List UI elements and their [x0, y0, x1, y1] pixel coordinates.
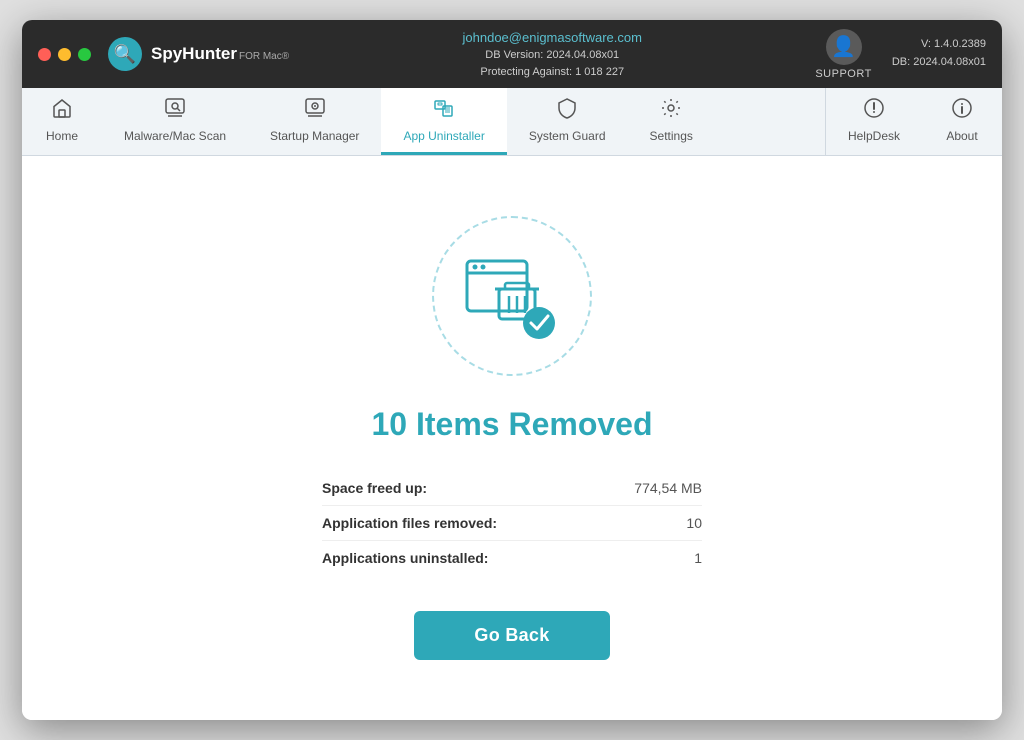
brand-sub: FOR Mac® — [239, 51, 289, 62]
main-window: 🔍 SpyHunter FOR Mac® johndoe@enigmasoftw… — [22, 20, 1002, 720]
maximize-button[interactable] — [78, 48, 91, 61]
minimize-button[interactable] — [58, 48, 71, 61]
brand-logo-area: 🔍 SpyHunter FOR Mac® — [107, 36, 289, 72]
nav-about-label: About — [946, 129, 977, 143]
window-controls — [38, 48, 91, 61]
helpdesk-icon — [863, 97, 885, 125]
nav-spacer — [715, 88, 825, 155]
titlebar-right: 👤 SUPPORT V: 1.4.0.2389 DB: 2024.04.08x0… — [815, 29, 986, 80]
nav-right: HelpDesk About — [825, 88, 1002, 155]
nav-item-malware-scan[interactable]: Malware/Mac Scan — [102, 88, 248, 155]
nav-item-app-uninstaller[interactable]: App Uninstaller — [381, 88, 506, 155]
nav-item-about[interactable]: About — [922, 88, 1002, 155]
nav-startup-label: Startup Manager — [270, 129, 359, 143]
malware-scan-icon — [164, 97, 186, 125]
nav-home-label: Home — [46, 129, 78, 143]
files-removed-label: Application files removed: — [322, 515, 497, 531]
main-content: 10 Items Removed Space freed up: 774,54 … — [22, 156, 1002, 720]
result-title: 10 Items Removed — [371, 406, 652, 443]
nav-item-system-guard[interactable]: System Guard — [507, 88, 628, 155]
spyhunter-logo-icon: 🔍 — [107, 36, 143, 72]
support-button[interactable]: 👤 SUPPORT — [815, 29, 871, 80]
version-number: V: 1.4.0.2389 — [892, 36, 986, 54]
nav-item-settings[interactable]: Settings — [628, 88, 715, 155]
nav-app-uninstaller-label: App Uninstaller — [403, 129, 484, 143]
uninstall-success-icon — [457, 241, 567, 351]
stats-row-files: Application files removed: 10 — [322, 506, 702, 541]
nav-item-home[interactable]: Home — [22, 88, 102, 155]
go-back-button[interactable]: Go Back — [414, 611, 609, 660]
nav-malware-label: Malware/Mac Scan — [124, 129, 226, 143]
space-freed-value: 774,54 MB — [634, 480, 702, 496]
home-icon — [51, 97, 73, 125]
result-icon-wrap — [432, 216, 592, 376]
apps-uninstalled-label: Applications uninstalled: — [322, 550, 488, 566]
support-label: SUPPORT — [815, 68, 871, 80]
apps-uninstalled-value: 1 — [694, 550, 702, 566]
nav-item-helpdesk[interactable]: HelpDesk — [826, 88, 922, 155]
brand-name: SpyHunter — [151, 44, 237, 64]
close-button[interactable] — [38, 48, 51, 61]
titlebar-center: johndoe@enigmasoftware.com DB Version: 2… — [289, 28, 815, 81]
startup-manager-icon — [304, 97, 326, 125]
navbar: Home Malware/Mac Scan Startup Manager — [22, 88, 1002, 156]
protecting-label: Protecting Against: 1 018 227 — [480, 64, 624, 81]
space-freed-label: Space freed up: — [322, 480, 427, 496]
nav-system-guard-label: System Guard — [529, 129, 606, 143]
settings-icon — [660, 97, 682, 125]
app-uninstaller-icon — [433, 97, 455, 125]
nav-settings-label: Settings — [650, 129, 693, 143]
version-info: V: 1.4.0.2389 DB: 2024.04.08x01 — [892, 36, 986, 71]
stats-row-apps: Applications uninstalled: 1 — [322, 541, 702, 575]
svg-text:🔍: 🔍 — [114, 42, 136, 64]
system-guard-icon — [556, 97, 578, 125]
stats-table: Space freed up: 774,54 MB Application fi… — [322, 471, 702, 575]
nav-item-startup-manager[interactable]: Startup Manager — [248, 88, 381, 155]
db-version-label: DB Version: 2024.04.08x01 — [485, 47, 619, 64]
db-version: DB: 2024.04.08x01 — [892, 54, 986, 72]
support-icon: 👤 — [826, 29, 862, 65]
user-email: johndoe@enigmasoftware.com — [463, 28, 642, 48]
nav-helpdesk-label: HelpDesk — [848, 129, 900, 143]
titlebar: 🔍 SpyHunter FOR Mac® johndoe@enigmasoftw… — [22, 20, 1002, 88]
about-icon — [951, 97, 973, 125]
stats-row-space: Space freed up: 774,54 MB — [322, 471, 702, 506]
files-removed-value: 10 — [686, 515, 702, 531]
